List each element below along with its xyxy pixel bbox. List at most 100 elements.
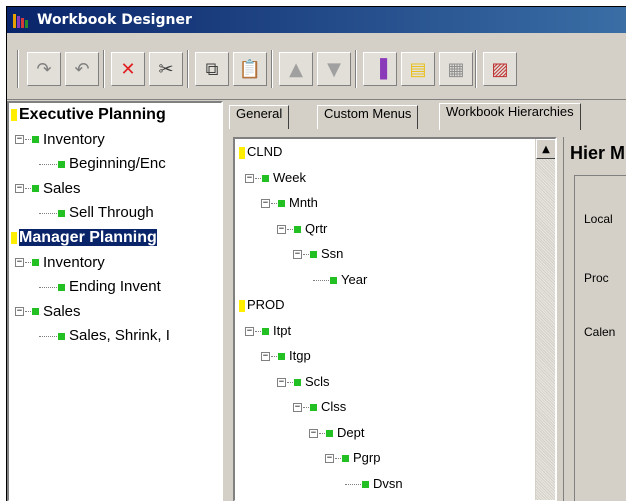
panel-title: Hier M (570, 143, 626, 163)
node-icon (310, 404, 317, 412)
tree-connector (319, 432, 325, 434)
node-icon (294, 225, 301, 233)
tree-root-item[interactable]: Manager Planning (11, 229, 157, 251)
hierarchy-node[interactable]: − Dept (309, 425, 364, 445)
cut-button[interactable]: ✂ (149, 52, 183, 86)
collapse-icon[interactable]: − (245, 173, 254, 183)
node-icon (362, 480, 369, 488)
tree-connector (271, 203, 277, 205)
tree-item[interactable]: Beginning/Enc (39, 155, 166, 177)
toolbar-separator (17, 50, 19, 88)
tree-item[interactable]: − Sales (15, 180, 81, 202)
tree-root-item[interactable]: Executive Planning (11, 106, 166, 128)
tab-general[interactable]: General (229, 105, 290, 129)
tree-connector (25, 262, 31, 264)
hierarchy-node[interactable]: − Week (245, 170, 306, 190)
paste-button[interactable]: 📋 (233, 52, 267, 86)
undo-button[interactable]: ↶ (65, 52, 99, 86)
hierarchy-tree[interactable]: ▲ CLND − Week − Mnth − Qrtr − Ssn Year PROD − Itpt − I… (233, 137, 557, 501)
move-down-button[interactable]: ▼ (317, 52, 351, 86)
delete-button[interactable]: ✕ (111, 52, 145, 86)
node-icon (310, 251, 317, 259)
hierarchy-node[interactable]: Dvsn (345, 476, 403, 496)
node-icon (278, 353, 285, 361)
tree-item[interactable]: Sales, Shrink, I (39, 327, 170, 349)
collapse-icon[interactable]: − (15, 135, 24, 145)
hierarchy-node[interactable]: − Mnth (261, 195, 318, 215)
move-up-icon: ▲ (289, 58, 303, 80)
node-icon (58, 160, 65, 168)
collapse-icon[interactable]: − (309, 428, 318, 438)
tree-connector (303, 254, 309, 256)
chart-button[interactable]: ▨ (483, 52, 517, 86)
hierarchy-root[interactable]: CLND (239, 144, 282, 164)
collapse-icon[interactable]: − (15, 184, 24, 194)
hierarchy-node-label: PROD (247, 297, 285, 312)
node-icon (32, 259, 39, 267)
tree-connector (25, 311, 31, 313)
tree-connector (287, 381, 293, 383)
collapse-icon[interactable]: − (15, 258, 24, 268)
redo-button[interactable]: ↷ (27, 52, 61, 86)
tree-item[interactable]: Ending Invent (39, 278, 161, 300)
toolbar-separator (475, 50, 477, 88)
toolbar: ↷ ↶ ✕ ✂ ⧉ 📋 ▲ ▼ ▐ ▤ ▦ ▨ (7, 34, 626, 100)
window-title: Workbook Designer (37, 12, 192, 28)
hierarchy-node-label: Dept (337, 424, 365, 440)
collapse-icon[interactable]: − (277, 377, 286, 387)
copy-icon: ⧉ (205, 58, 219, 80)
collapse-icon[interactable]: − (325, 454, 334, 464)
hierarchy-icon (239, 146, 245, 159)
hierarchy-node-label: Itgp (289, 348, 311, 363)
toolbar-separator (271, 50, 273, 88)
tree-connector (271, 356, 277, 358)
app-icon (13, 12, 31, 28)
hierarchy-node[interactable]: Year (313, 272, 367, 292)
tree-item-label: Sales, Shrink, I (69, 327, 170, 345)
tree-item-label: Inventory (43, 130, 105, 148)
hierarchy-node-label: Dvsn (373, 475, 403, 491)
tree-connector (39, 335, 57, 337)
hierarchy-node[interactable]: − Qrtr (277, 221, 327, 241)
hierarchy-node[interactable]: − Ssn (293, 246, 343, 266)
hierarchy-node-label: Pgrp (353, 450, 381, 465)
tree-item[interactable]: − Inventory (15, 131, 105, 153)
workbook-button[interactable]: ▐ (363, 52, 397, 86)
title-bar: Workbook Designer (7, 7, 626, 33)
collapse-icon[interactable]: − (293, 403, 302, 413)
scroll-up-icon[interactable]: ▲ (536, 139, 555, 159)
copy-button[interactable]: ⧉ (195, 52, 229, 86)
move-up-button[interactable]: ▲ (279, 52, 313, 86)
tree-connector (303, 407, 309, 409)
workbook-designer-window: Workbook Designer ↷ ↶ ✕ ✂ ⧉ 📋 ▲ ▼ ▐ ▤ ▦ ▨ Executive… (6, 6, 626, 501)
tab-workbook-hierarchies[interactable]: Workbook Hierarchies (439, 103, 581, 130)
collapse-icon[interactable]: − (261, 352, 270, 362)
tab-strip: General Custom Menus Workbook Hierarchies (229, 103, 626, 130)
folder-button[interactable]: ▤ (401, 52, 435, 86)
hierarchy-node[interactable]: − Scls (277, 374, 330, 394)
hierarchy-node[interactable]: − Itpt (245, 323, 291, 343)
collapse-icon[interactable]: − (293, 250, 302, 260)
hierarchy-root[interactable]: PROD (239, 297, 285, 317)
hierarchy-node[interactable]: − Itgp (261, 348, 311, 368)
collapse-icon[interactable]: − (261, 199, 270, 209)
vertical-scrollbar[interactable]: ▲ (535, 139, 555, 500)
collapse-icon[interactable]: − (15, 307, 24, 317)
hierarchy-node-label: Ssn (321, 246, 344, 261)
grid-button[interactable]: ▦ (439, 52, 473, 86)
tree-connector (313, 279, 329, 281)
tree-item[interactable]: Sell Through (39, 204, 154, 226)
hierarchy-node-label: Week (273, 169, 306, 185)
hierarchy-node[interactable]: − Pgrp (325, 450, 380, 470)
collapse-icon[interactable]: − (245, 326, 254, 336)
workbook-tree[interactable]: Executive Planning − Inventory Beginning/En… (7, 101, 223, 501)
label-calen: Calen (584, 325, 616, 339)
label-local: Local (584, 212, 613, 226)
tree-item[interactable]: − Inventory (15, 254, 105, 276)
tab-custom-menus[interactable]: Custom Menus (317, 105, 419, 129)
collapse-icon[interactable]: − (277, 224, 286, 234)
tree-item[interactable]: − Sales (15, 303, 81, 325)
tree-item-label: Inventory (43, 253, 105, 271)
toolbar-separator (355, 50, 357, 88)
hierarchy-node[interactable]: − Clss (293, 399, 346, 419)
